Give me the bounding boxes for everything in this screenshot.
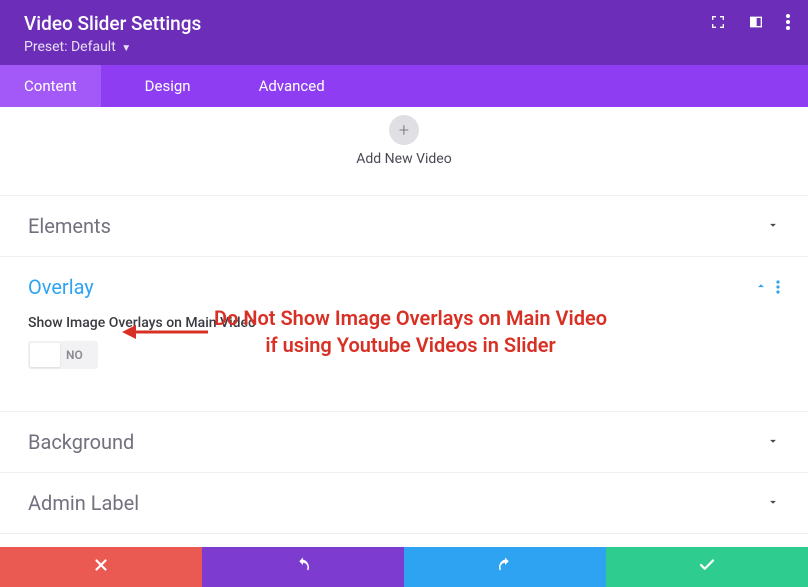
check-icon bbox=[698, 556, 716, 578]
tabs: Content Design Advanced bbox=[0, 65, 808, 107]
section-overlay: Overlay Show Image Overlays on Main Vide… bbox=[0, 256, 808, 411]
add-video-label: Add New Video bbox=[0, 151, 808, 167]
section-admin-label-title: Admin Label bbox=[28, 491, 139, 515]
annotation-line2: if using Youtube Videos in Slider bbox=[214, 332, 607, 359]
tab-design[interactable]: Design bbox=[121, 65, 215, 107]
content-panel: + Add New Video Elements Overlay bbox=[0, 107, 808, 534]
section-background: Background bbox=[0, 411, 808, 472]
section-more-icon[interactable] bbox=[776, 280, 780, 294]
section-background-header[interactable]: Background bbox=[28, 430, 780, 454]
undo-button[interactable] bbox=[202, 547, 404, 587]
toggle-knob bbox=[30, 343, 60, 367]
undo-icon bbox=[294, 556, 312, 578]
chevron-up-icon bbox=[754, 278, 768, 297]
section-background-title: Background bbox=[28, 430, 134, 454]
save-button[interactable] bbox=[606, 547, 808, 587]
toggle-value: NO bbox=[66, 348, 83, 362]
panel-icon[interactable] bbox=[748, 14, 764, 34]
section-elements-title: Elements bbox=[28, 214, 111, 238]
annotation: Do Not Show Image Overlays on Main Video… bbox=[120, 305, 607, 359]
modal-title: Video Slider Settings bbox=[24, 12, 784, 35]
cancel-button[interactable] bbox=[0, 547, 202, 587]
plus-icon: + bbox=[399, 120, 409, 141]
tab-content[interactable]: Content bbox=[0, 65, 101, 107]
more-icon[interactable] bbox=[786, 14, 790, 34]
overlay-toggle[interactable]: NO bbox=[28, 341, 98, 369]
header-actions bbox=[710, 14, 790, 34]
bottom-action-bar bbox=[0, 547, 808, 587]
preset-label: Preset: bbox=[24, 39, 68, 55]
section-admin-label: Admin Label bbox=[0, 472, 808, 534]
add-video-button[interactable]: + bbox=[389, 115, 419, 145]
section-overlay-title: Overlay bbox=[28, 275, 94, 299]
caret-down-icon: ▼ bbox=[121, 43, 131, 54]
expand-icon[interactable] bbox=[710, 14, 726, 34]
add-video-region: + Add New Video bbox=[0, 107, 808, 195]
section-overlay-header[interactable]: Overlay bbox=[28, 275, 780, 299]
tab-advanced[interactable]: Advanced bbox=[235, 65, 349, 107]
annotation-line1: Do Not Show Image Overlays on Main Video bbox=[214, 305, 607, 332]
annotation-text: Do Not Show Image Overlays on Main Video… bbox=[214, 305, 607, 359]
redo-button[interactable] bbox=[404, 547, 606, 587]
chevron-down-icon bbox=[766, 494, 780, 513]
redo-icon bbox=[496, 556, 514, 578]
chevron-down-icon bbox=[766, 217, 780, 236]
section-elements-header[interactable]: Elements bbox=[28, 214, 780, 238]
modal-header: Video Slider Settings Preset: Default ▼ bbox=[0, 0, 808, 65]
preset-selector[interactable]: Preset: Default ▼ bbox=[24, 39, 784, 55]
arrow-left-icon bbox=[120, 317, 210, 347]
chevron-down-icon bbox=[766, 433, 780, 452]
section-admin-label-header[interactable]: Admin Label bbox=[28, 491, 780, 515]
section-elements: Elements bbox=[0, 195, 808, 256]
close-icon bbox=[92, 556, 110, 578]
preset-value: Default bbox=[71, 39, 116, 55]
